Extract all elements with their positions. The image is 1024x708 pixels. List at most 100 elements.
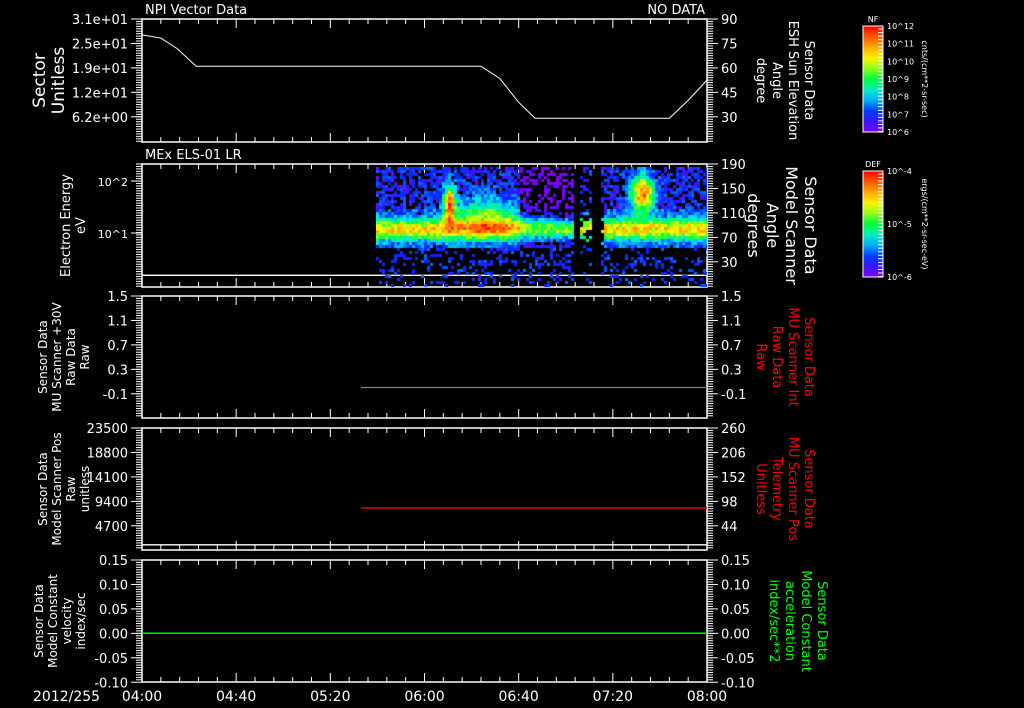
colorbar-tick-label: 10^10 [887,57,914,66]
colorbar-units: ergs/(cm**2-sr-sec-eV) [920,178,929,269]
time-tick-label: 05:20 [310,689,350,705]
left-axis-label: MU Scanner +30V [50,302,64,412]
left-tick-label: 18800 [87,446,128,461]
right-axis-label: MU Scanner Pos [785,437,800,542]
right-tick-label: 0.00 [721,627,750,642]
right-tick-label: 75 [721,37,738,52]
left-tick-label: 3.1e+01 [72,13,128,28]
time-tick-label: 08:00 [687,689,727,705]
right-tick-label: 70 [721,231,738,246]
left-axis-label: Sensor Data [36,452,50,526]
left-tick-label: 1.1 [107,314,128,329]
right-tick-label: -0.10 [721,676,755,691]
left-axis-label: velocity [60,598,74,645]
colorbar-title: NF [868,15,879,24]
left-tick-label: 0.7 [107,339,128,354]
no-data-status: NO DATA [647,3,705,18]
right-tick-label: 0.7 [721,339,742,354]
right-tick-label: -0.05 [721,652,755,667]
left-tick-label: 10^2 [98,176,128,189]
left-axis-label: Raw [78,344,92,369]
colorbar-nf: NF 10^12 10^11 10^10 10^9 10^8 10^7 10^6 cnts/(c… [862,15,929,137]
date-label: 2012/255 [33,689,100,705]
left-tick-label: -0.05 [94,652,128,667]
colorbar-tick-label: 10^9 [887,75,909,84]
left-tick-label: 6.2e+00 [72,111,128,126]
right-axis-label: degrees [744,193,763,257]
right-axis-label: Unitless [753,463,768,515]
time-tick-label: 04:40 [216,689,256,705]
left-tick-label: 0.3 [107,363,128,378]
colorbar [862,170,884,278]
right-tick-label: 0.10 [721,578,750,593]
right-tick-label: 0.05 [721,603,750,618]
right-tick-label: 152 [721,471,746,486]
colorbar-tick-label: 10^12 [887,22,914,31]
electron-spectrogram [376,167,707,287]
left-tick-label: 1.2e+01 [72,86,128,101]
panel-3: 1.5 1.1 0.7 0.3 -0.1 1.5 1.1 0.7 0.3 -0.1 Sensor D… [36,290,816,419]
time-tick-label: 07:20 [593,689,633,705]
right-axis-label: Angle [769,62,784,99]
left-axis-label: Sensor Data [36,320,50,394]
panel-frame [141,559,708,683]
colorbar-def: DEF 10^-4 10^-5 10^-6 ergs/(cm**2-sr-sec-eV) [862,160,929,282]
left-axis-label: Model Constant [46,574,60,668]
right-tick-label: 98 [721,495,738,510]
colorbar-tick-label: 10^-5 [887,220,912,229]
series-line-sector [141,34,708,119]
colorbar-tick-label: 10^7 [887,110,909,119]
colorbar-tick-label: 10^-4 [887,167,912,176]
right-tick-label: 206 [721,446,746,461]
right-axis-label: MU Scanner Int [785,307,800,406]
panel-frame [141,295,708,419]
right-tick-label: 150 [721,182,746,197]
right-axis-label: Telemetry [769,456,784,521]
right-axis-label: Raw Data [769,326,784,389]
right-tick-label: 44 [721,520,738,535]
colorbar-tick-label: 10^8 [887,93,909,102]
panel-title: MEx ELS-01 LR [145,148,242,163]
left-axis-label: eV [74,217,89,234]
left-tick-label: 0.10 [99,578,128,593]
right-axis-label: Sensor Data [814,581,829,661]
plot-canvas: NPI Vector Data NO DATA 2012/255 04:00 04:40… [30,3,929,705]
right-tick-label: 1.1 [721,314,742,329]
left-tick-label: 0.15 [99,554,128,569]
right-tick-label: 0.15 [721,554,750,569]
colorbar [862,25,884,133]
left-tick-label: 0.05 [99,603,128,618]
right-axis-label: index/sec**2 [766,579,781,662]
right-tick-label: 0.3 [721,363,742,378]
right-axis-label: degree [753,58,768,104]
left-axis-label: unitless [78,466,92,512]
right-tick-label: 190 [721,158,746,173]
right-tick-label: 45 [721,86,738,101]
left-tick-label: 10^1 [98,228,128,241]
time-tick-label: 04:00 [122,689,162,705]
left-axis-label: Sector [30,53,50,108]
panel-title: NPI Vector Data [145,3,247,18]
left-tick-label: 14100 [87,471,128,486]
panel-frame [141,427,708,551]
left-axis-label: index/sec [74,592,88,649]
left-tick-label: -0.1 [103,388,128,403]
right-axis-label: Sensor Data [801,176,820,274]
right-axis-label: Model Constant [798,570,813,672]
left-tick-label: 4700 [95,520,128,535]
left-tick-label: 2.5e+01 [72,37,128,52]
colorbar-tick-label: 10^6 [887,128,909,137]
right-tick-label: 30 [721,111,738,126]
left-axis-label: Raw [64,476,78,501]
left-tick-label: -0.10 [94,676,128,691]
colorbar-title: DEF [865,160,881,169]
left-axis-label: Electron Energy [59,174,74,277]
left-axis-label: Unitless [49,47,69,115]
time-tick-label: 06:00 [404,689,444,705]
right-tick-label: 260 [721,422,746,437]
panel-1: 3.1e+01 2.5e+01 1.9e+01 1.2e+01 6.2e+00 90 75 6… [30,13,816,143]
left-tick-label: 1.5 [107,290,128,305]
right-axis-label: ESH Sun Elevation [785,21,800,141]
right-axis-label: Angle [763,203,782,249]
left-tick-label: 9400 [95,495,128,510]
